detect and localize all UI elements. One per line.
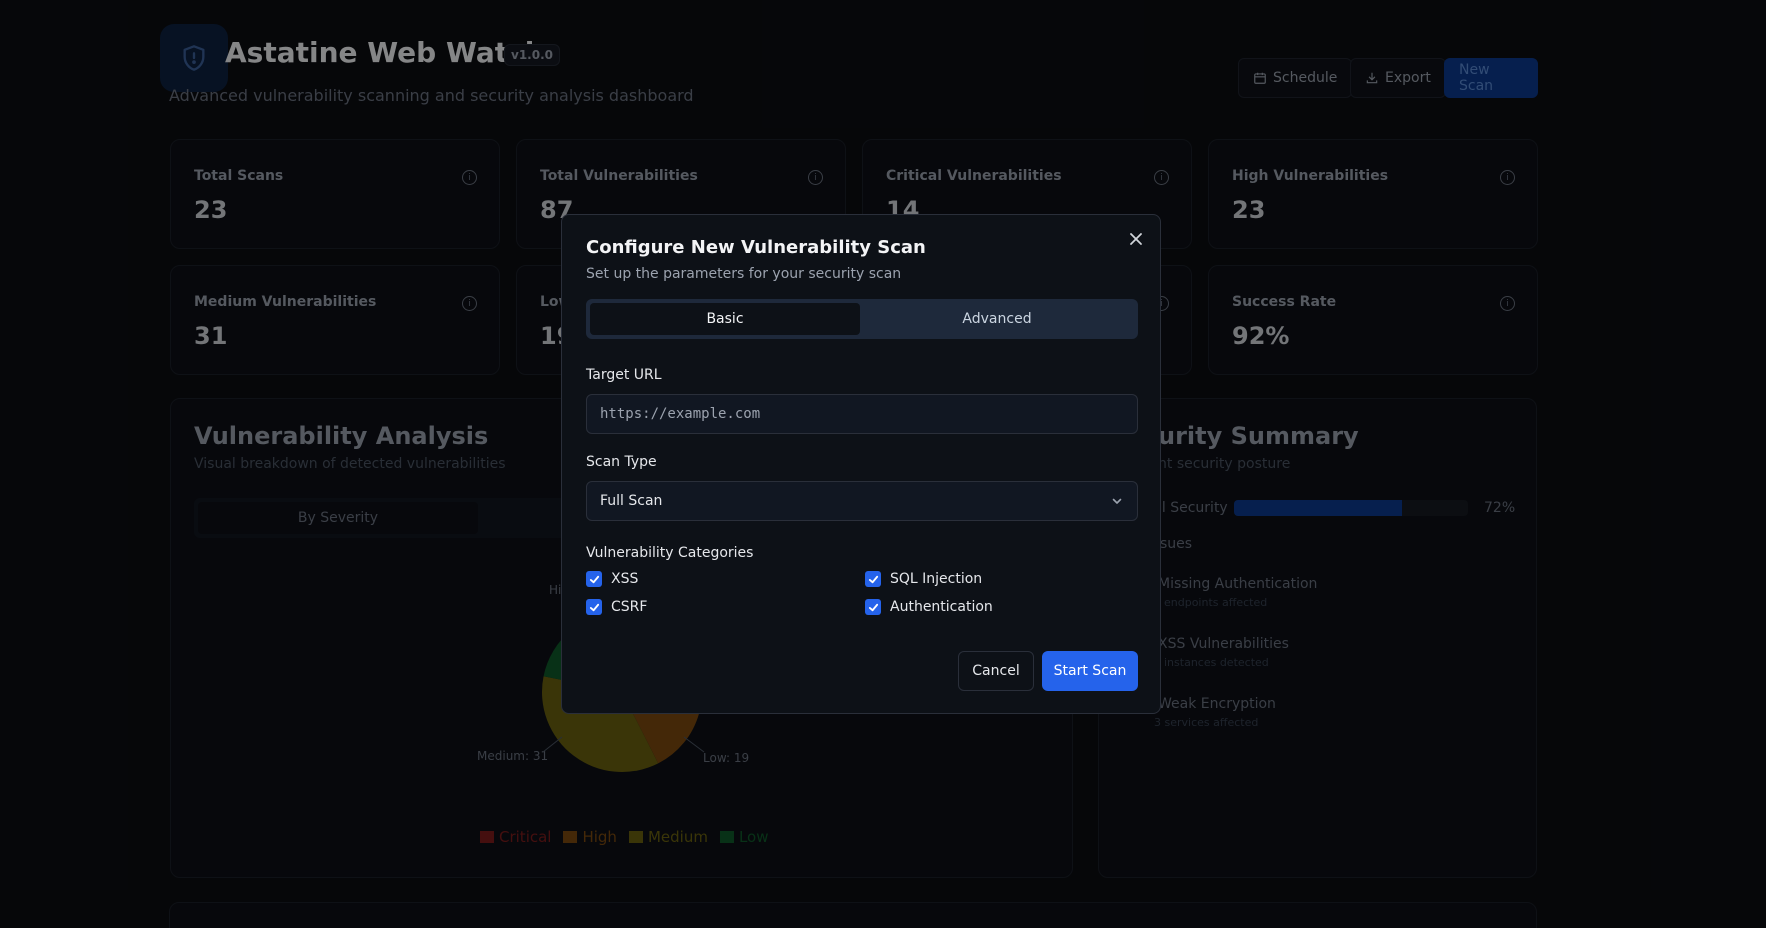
checkbox-label: CSRF xyxy=(611,599,648,615)
checkbox-box[interactable] xyxy=(586,599,602,615)
check-icon xyxy=(589,575,599,583)
start-scan-button[interactable]: Start Scan xyxy=(1042,651,1138,691)
dialog-subtitle: Set up the parameters for your security … xyxy=(586,266,902,282)
close-button[interactable] xyxy=(1126,229,1146,249)
checkbox-box[interactable] xyxy=(865,599,881,615)
scan-tabs: Basic Advanced xyxy=(586,299,1138,339)
checkbox-authentication[interactable]: Authentication xyxy=(865,599,993,615)
target-url-input[interactable] xyxy=(586,394,1138,434)
cancel-button[interactable]: Cancel xyxy=(958,651,1034,691)
tab-basic[interactable]: Basic xyxy=(590,303,860,335)
check-icon xyxy=(868,575,878,583)
checkbox-label: SQL Injection xyxy=(890,571,983,587)
categories-label: Vulnerability Categories xyxy=(586,545,754,561)
scan-type-select[interactable]: Full Scan xyxy=(586,481,1138,521)
checkbox-box[interactable] xyxy=(586,571,602,587)
check-icon xyxy=(868,603,878,611)
checkbox-box[interactable] xyxy=(865,571,881,587)
tab-advanced[interactable]: Advanced xyxy=(862,303,1132,335)
new-scan-dialog: Configure New Vulnerability Scan Set up … xyxy=(561,214,1161,714)
checkbox-sql-injection[interactable]: SQL Injection xyxy=(865,571,982,587)
checkbox-label: Authentication xyxy=(890,599,993,615)
dialog-title: Configure New Vulnerability Scan xyxy=(586,237,926,258)
close-icon xyxy=(1130,233,1142,245)
checkbox-csrf[interactable]: CSRF xyxy=(586,599,647,615)
checkbox-label: XSS xyxy=(611,571,639,587)
checkbox-xss[interactable]: XSS xyxy=(586,571,638,587)
chevron-down-icon xyxy=(1112,498,1122,504)
scan-type-value: Full Scan xyxy=(600,493,663,509)
scan-type-label: Scan Type xyxy=(586,454,657,470)
target-url-label: Target URL xyxy=(586,367,662,383)
check-icon xyxy=(589,603,599,611)
